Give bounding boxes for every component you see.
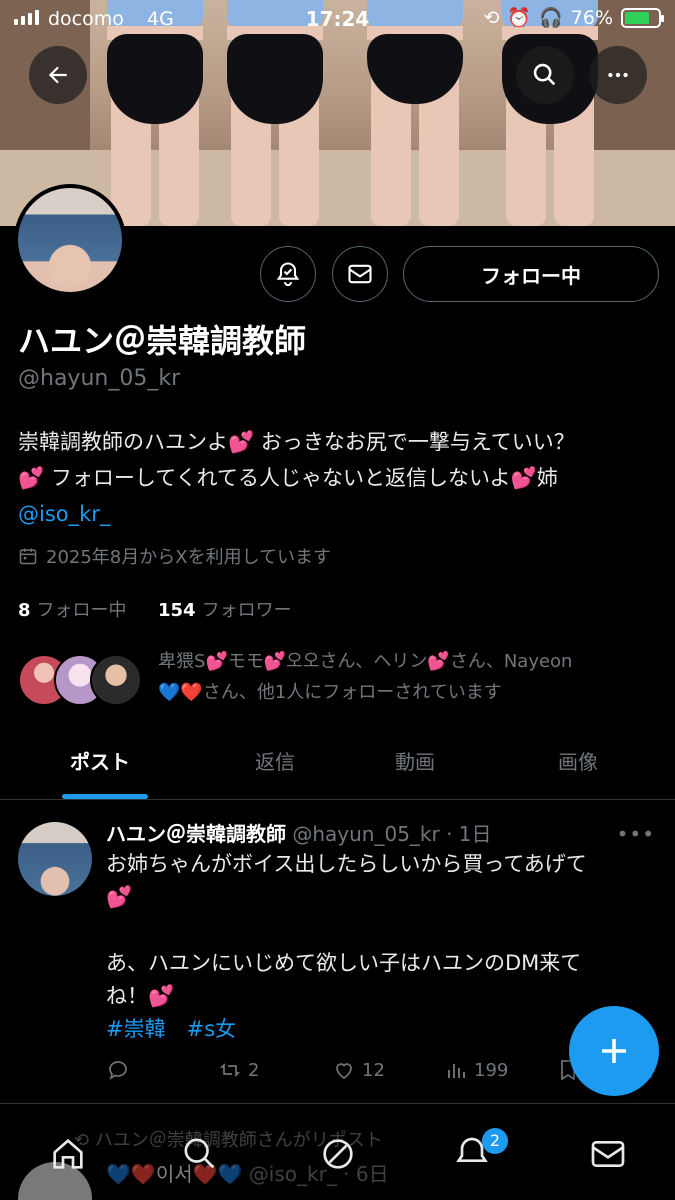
mutual-followers-text[interactable]: 卑猥S💕モモ💕오오さん、ヘリン💕さん、Nayeon 💙❤️さん、他1人にフォロー… — [158, 646, 658, 708]
tab-posts[interactable]: ポスト — [70, 746, 130, 775]
post-more-button[interactable]: ••• — [617, 822, 655, 846]
notification-badge: 2 — [482, 1128, 508, 1154]
status-bar: docomo 4G 17:24 ⟲ ⏰ 🎧 76% — [0, 0, 675, 38]
bottom-navigation — [0, 1112, 675, 1200]
battery-icon — [621, 7, 664, 28]
more-options-button[interactable] — [589, 46, 647, 104]
join-date: 2025年8月からXを利用しています — [18, 543, 331, 569]
mutual-followers-avatars[interactable] — [18, 654, 143, 706]
retweet-button[interactable]: 2 — [218, 1058, 259, 1082]
calendar-icon — [19, 548, 37, 565]
compose-button[interactable] — [569, 1006, 659, 1096]
mail-icon — [348, 264, 372, 284]
battery-percent: 76% — [570, 6, 613, 29]
search-button[interactable] — [516, 46, 574, 104]
hashtag-link[interactable]: #崇韓 — [106, 1017, 166, 1041]
back-button[interactable] — [29, 46, 87, 104]
post-text: お姉ちゃんがボイス出したらしいから買ってあげて 💕 あ、ハユンにいじめて欲しい子… — [106, 852, 587, 1041]
views-icon — [448, 1064, 465, 1078]
nav-explore[interactable] — [180, 1134, 220, 1178]
follow-counts: 8 フォロー中 154 フォロワー — [18, 596, 292, 622]
post-header: ハユン＠崇韓調教師 @hayun_05_kr · 1日 — [106, 818, 492, 847]
notifications-toggle-button[interactable] — [260, 246, 316, 302]
screen-lock-icon: ⟲ — [483, 6, 500, 29]
hashtag-link[interactable]: #s女 — [187, 1017, 237, 1041]
nav-home[interactable] — [48, 1134, 88, 1178]
plus-icon — [602, 1039, 626, 1063]
back-arrow-icon — [48, 66, 67, 84]
profile-bio: 崇韓調教師のハユンよ💕 おっきなお尻で一撃与えていい？ 💕 フォローしてくれてる… — [18, 430, 575, 526]
heart-emoji-icon: 💕 — [510, 466, 537, 490]
heart-emoji-icon: 💕 — [228, 430, 255, 454]
following-button[interactable]: フォロー中 — [403, 246, 659, 302]
display-name: ハユン＠崇韓調教師 — [18, 322, 307, 360]
home-icon — [53, 1138, 83, 1169]
more-icon — [608, 72, 628, 78]
tab-replies[interactable]: 返信 — [255, 746, 295, 775]
mail-icon — [591, 1141, 625, 1167]
nav-messages[interactable] — [588, 1134, 628, 1178]
message-button[interactable] — [332, 246, 388, 302]
spaces-icon — [323, 1139, 353, 1169]
post-avatar[interactable] — [18, 822, 92, 896]
retweet-icon — [219, 1063, 241, 1077]
active-tab-indicator — [62, 794, 148, 799]
headphones-icon: 🎧 — [539, 7, 563, 29]
heart-emoji-icon: 💕 — [18, 466, 45, 490]
tab-images[interactable]: 画像 — [558, 746, 598, 775]
reply-icon — [109, 1061, 127, 1080]
more-icon: ••• — [616, 822, 655, 846]
notification-bell-icon — [276, 262, 300, 287]
reply-button[interactable] — [106, 1058, 130, 1082]
following-link[interactable]: 8 フォロー中 — [18, 600, 127, 621]
views-button[interactable]: 199 — [444, 1058, 508, 1082]
like-button[interactable]: 12 — [332, 1058, 385, 1082]
nav-spaces[interactable] — [318, 1134, 358, 1178]
tab-videos[interactable]: 動画 — [395, 746, 435, 775]
profile-tabs: ポスト 返信 動画 画像 — [0, 728, 675, 800]
bio-mention-link[interactable]: @iso_kr_ — [18, 502, 110, 526]
post-author[interactable]: ハユン＠崇韓調教師 — [106, 822, 286, 846]
username: @hayun_05_kr — [18, 366, 181, 391]
search-icon — [533, 63, 556, 86]
followers-link[interactable]: 154 フォロワー — [158, 600, 292, 621]
post-meta: @hayun_05_kr · 1日 — [286, 822, 492, 846]
explore-icon — [184, 1138, 215, 1169]
like-icon — [336, 1063, 352, 1080]
avatar[interactable] — [14, 184, 126, 296]
alarm-icon: ⏰ — [507, 7, 532, 29]
